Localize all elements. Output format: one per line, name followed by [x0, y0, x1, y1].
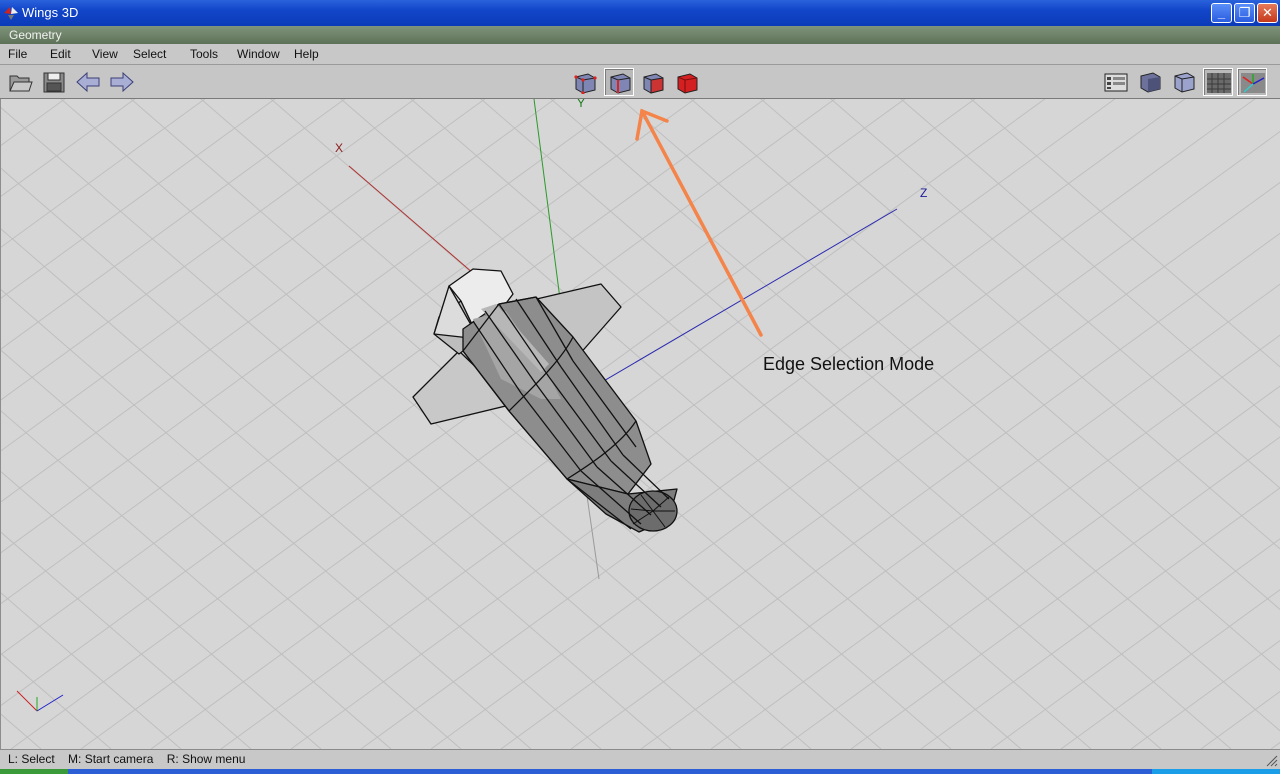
x-axis-label: X [335, 141, 343, 155]
undo-arrow-icon [76, 71, 100, 93]
groundplane-icon [1207, 73, 1231, 93]
minimize-icon: _ [1217, 5, 1226, 20]
status-left-hint: L: Select [8, 752, 55, 766]
geometry-viewport[interactable]: X Y Z Edge Selection Mode [0, 99, 1280, 749]
undo-button[interactable] [73, 68, 103, 96]
resize-grip-icon[interactable] [1266, 755, 1278, 767]
face-mode-icon [643, 73, 664, 94]
body-mode-icon [677, 73, 698, 94]
close-button[interactable]: ✕ [1257, 3, 1278, 23]
title-bar: Wings 3D _ ❐ ✕ [0, 0, 1280, 26]
redo-arrow-icon [110, 71, 134, 93]
status-bar: L: Select M: Start camera R: Show menu [0, 749, 1280, 769]
face-mode-button[interactable] [638, 68, 668, 96]
wireframe-button[interactable] [1169, 68, 1199, 96]
wireframe-cube-icon [1174, 72, 1195, 93]
minimize-button[interactable]: _ [1211, 3, 1232, 23]
toolbar [0, 65, 1280, 99]
window-title: Wings 3D [22, 5, 79, 20]
status-middle-hint: M: Start camera [68, 752, 154, 766]
axes-button[interactable] [1237, 68, 1267, 96]
vertex-mode-button[interactable] [570, 68, 600, 96]
restore-button[interactable]: ❐ [1234, 3, 1255, 23]
save-icon [43, 72, 65, 93]
status-right-hint: R: Show menu [166, 752, 246, 766]
menu-tools[interactable]: Tools [190, 47, 218, 61]
menu-bar: File Edit View Select Tools Window Help [0, 44, 1280, 65]
wings-icon [4, 7, 18, 20]
axes-icon [1241, 73, 1265, 93]
open-button[interactable] [5, 68, 35, 96]
z-axis-label: Z [920, 186, 927, 200]
ground-grid [1, 99, 1280, 749]
geometry-window-title: Geometry [0, 26, 1280, 44]
smooth-shading-icon [1140, 72, 1161, 93]
save-button[interactable] [39, 68, 69, 96]
menu-edit[interactable]: Edit [50, 47, 71, 61]
outliner-icon [1104, 73, 1128, 92]
body-mode-button[interactable] [672, 68, 702, 96]
taskbar-strip [0, 769, 1280, 774]
close-icon: ✕ [1262, 5, 1273, 20]
restore-icon: ❐ [1238, 5, 1251, 20]
menu-view[interactable]: View [92, 47, 118, 61]
outliner-button[interactable] [1101, 68, 1131, 96]
open-icon [9, 75, 33, 92]
edge-mode-button[interactable] [604, 68, 634, 96]
rocket-model[interactable] [412, 268, 678, 533]
vertex-mode-icon [574, 73, 597, 94]
groundplane-button[interactable] [1203, 68, 1233, 96]
annotation-label: Edge Selection Mode [763, 354, 935, 374]
edge-mode-icon [610, 73, 631, 94]
menu-window[interactable]: Window [237, 47, 280, 61]
smooth-shading-button[interactable] [1135, 68, 1165, 96]
scene-canvas[interactable]: X Y Z [1, 99, 1280, 749]
y-axis-label: Y [577, 99, 585, 110]
annotation-arrow [635, 108, 763, 337]
menu-help[interactable]: Help [294, 47, 319, 61]
redo-button[interactable] [107, 68, 137, 96]
menu-select[interactable]: Select [133, 47, 166, 61]
menu-file[interactable]: File [8, 47, 27, 61]
